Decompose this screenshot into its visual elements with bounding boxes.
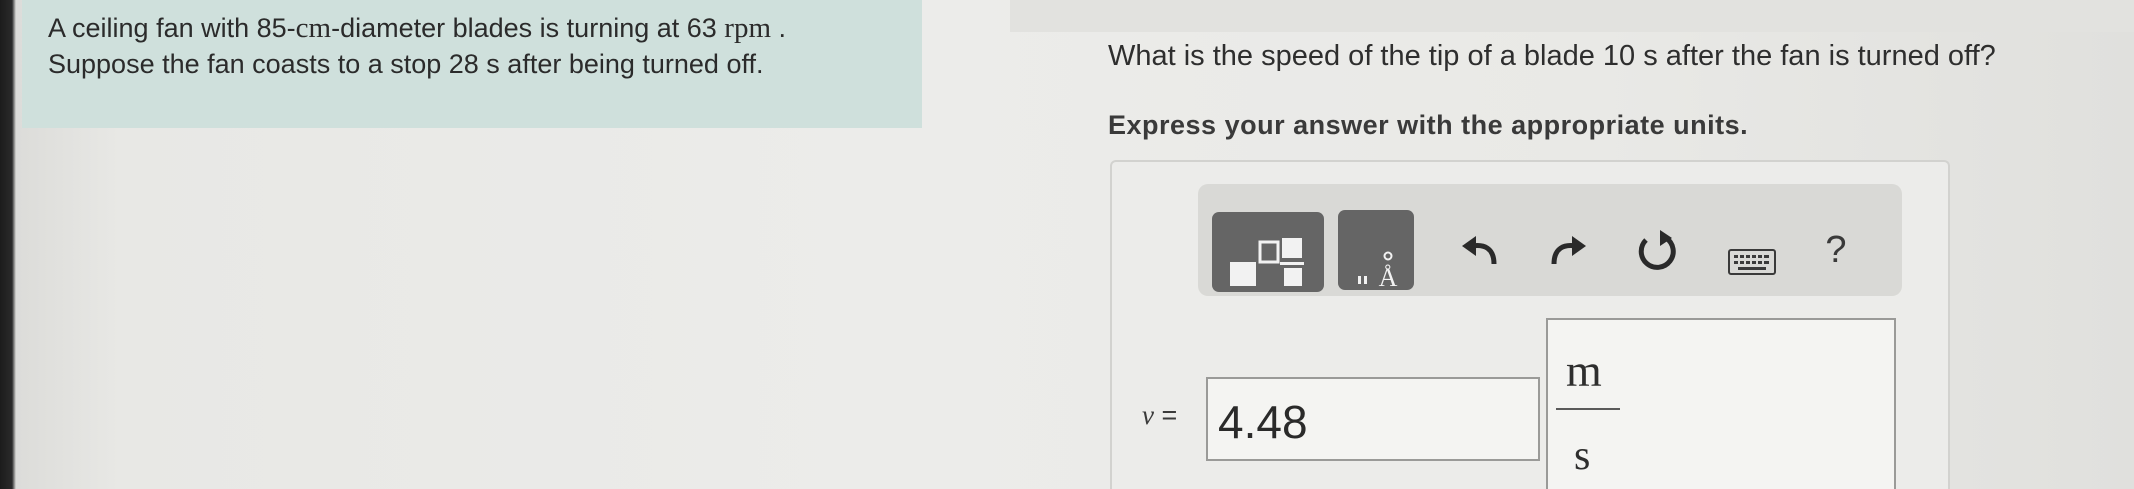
- problem-statement: A ceiling fan with 85-cm-diameter blades…: [48, 10, 908, 82]
- unit-cm: cm: [295, 12, 332, 44]
- units-button[interactable]: Å: [1338, 210, 1414, 290]
- undo-icon: [1462, 236, 1497, 265]
- undo-button[interactable]: [1458, 228, 1502, 272]
- reset-icon: [1638, 230, 1676, 270]
- fraction-bar: [1556, 408, 1620, 410]
- answer-units-input[interactable]: m s: [1546, 318, 1896, 489]
- problem-line-1: A ceiling fan with 85-cm-diameter blades…: [48, 10, 908, 46]
- fraction-template-button[interactable]: [1212, 212, 1324, 292]
- unit-denominator: s: [1574, 433, 1591, 479]
- math-toolbar: Å ?: [1198, 184, 1902, 296]
- variable-symbol: v: [1142, 400, 1154, 430]
- problem-text-part: -diameter blades is turning at 63: [331, 13, 725, 43]
- unit-rpm: rpm: [724, 12, 772, 44]
- redo-icon: [1551, 236, 1586, 265]
- fraction-template-icon: [1230, 238, 1304, 286]
- problem-line-2: Suppose the fan coasts to a stop 28 s af…: [48, 49, 764, 79]
- redo-button[interactable]: [1546, 228, 1590, 272]
- reset-button[interactable]: [1634, 228, 1678, 272]
- question-text: What is the speed of the tip of a blade …: [1108, 40, 1996, 72]
- problem-text-part: .: [771, 13, 787, 43]
- top-strip: [1010, 0, 2134, 32]
- help-button[interactable]: ?: [1814, 228, 1858, 272]
- keyboard-button[interactable]: [1728, 242, 1776, 286]
- answer-variable-label: v =: [1142, 400, 1177, 431]
- instruction-text: Express your answer with the appropriate…: [1108, 110, 1749, 140]
- problem-text-part: A ceiling fan with 85-: [48, 13, 296, 43]
- screen: A ceiling fan with 85-cm-diameter blades…: [0, 0, 2134, 489]
- units-angstrom-icon: Å: [1358, 251, 1398, 290]
- units-label: Å: [1379, 263, 1398, 290]
- keyboard-icon: [1728, 249, 1776, 275]
- answer-value-input[interactable]: 4.48: [1206, 377, 1540, 461]
- equals-sign: =: [1161, 400, 1178, 430]
- unit-numerator: m: [1566, 345, 1602, 396]
